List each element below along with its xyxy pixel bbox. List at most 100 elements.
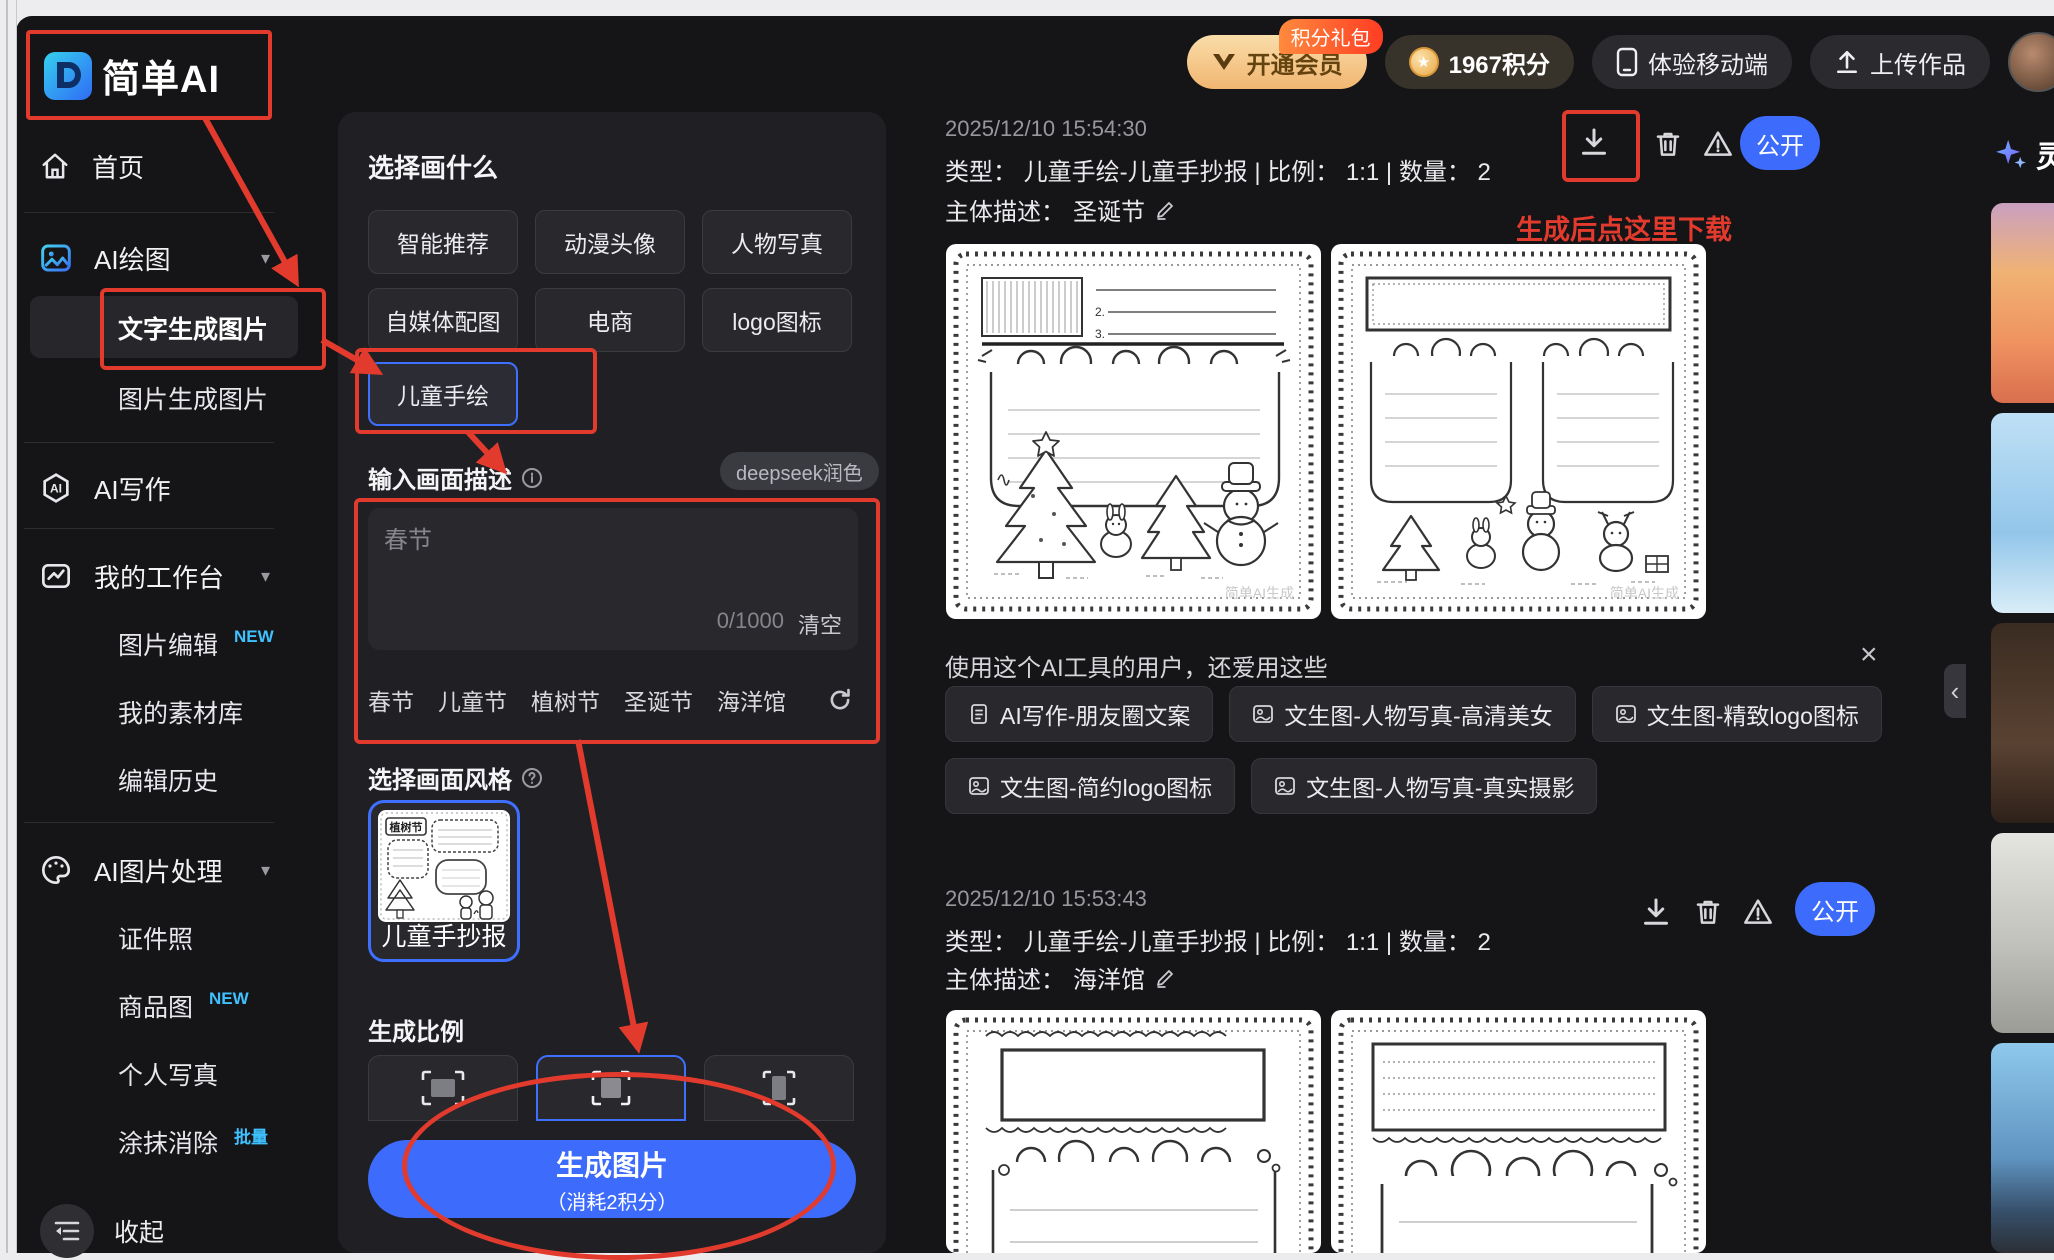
generated-image-ocean-2[interactable]: 简单AI生成	[1331, 1010, 1706, 1253]
choice-media-image[interactable]: 自媒体配图	[368, 288, 518, 352]
generated-image-christmas-1[interactable]: 2. 3. 简单AI生成	[946, 244, 1321, 619]
gallery-collapse-handle[interactable]: ‹	[1944, 664, 1966, 718]
edit-icon[interactable]	[1153, 198, 1177, 222]
ratio-section-title: 生成比例	[368, 1019, 464, 1046]
choice-anime-avatar[interactable]: 动漫头像	[535, 210, 685, 274]
sidebar-item-ai-image-process[interactable]: AI图片处理 ▾	[0, 844, 300, 896]
sidebar-item-personal-photo[interactable]: 个人写真	[0, 1048, 300, 1100]
gallery-image-sunset[interactable]	[1991, 203, 2054, 403]
recommend-chip[interactable]: AI写作-朋友圈文案	[945, 686, 1214, 742]
sidebar-item-edit-history[interactable]: 编辑历史	[0, 754, 300, 806]
doc-icon	[971, 704, 987, 724]
recommend-chip[interactable]: 文生图-人物写真-真实摄影	[1251, 758, 1598, 814]
image-person-icon	[969, 777, 989, 795]
warning-icon	[1704, 131, 1732, 156]
gallery-image-interior[interactable]	[1991, 623, 2054, 823]
sidebar-id-photo-label: 证件照	[118, 926, 194, 954]
clear-button[interactable]: 清空	[798, 608, 842, 640]
suggestion-chip[interactable]: 春节	[368, 683, 414, 717]
sidebar-item-text-to-image[interactable]: 文字生成图片	[0, 300, 300, 356]
choice-ecommerce[interactable]: 电商	[535, 288, 685, 352]
report-button[interactable]	[1698, 124, 1738, 164]
desc-value: 圣诞节	[1073, 199, 1145, 226]
sidebar-item-smear-erase[interactable]: 涂抹消除 批量	[0, 1116, 300, 1168]
chevron-down-icon: ▾	[260, 859, 270, 880]
sidebar-item-product-image[interactable]: 商品图 NEW	[0, 980, 300, 1032]
image-icon	[41, 244, 71, 272]
sidebar-item-image-edit[interactable]: 图片编辑 NEW	[0, 618, 300, 670]
char-counter: 0/1000	[716, 608, 784, 633]
download-button[interactable]	[1636, 892, 1676, 932]
gallery-image-ink-painting[interactable]	[1991, 833, 2054, 1033]
download-icon	[1644, 898, 1668, 925]
sidebar-ai-writing-label: AI写作	[94, 474, 171, 505]
trash-icon	[1656, 132, 1680, 156]
description-input-wrap: 0/1000 清空	[368, 508, 858, 650]
refresh-icon[interactable]	[820, 680, 860, 720]
image-person-icon	[1253, 705, 1274, 723]
svg-text:植树节: 植树节	[389, 820, 423, 834]
ai-writing-icon: AI	[43, 473, 69, 503]
gallery-image-railway[interactable]	[1991, 1043, 2054, 1253]
user-avatar[interactable]	[2008, 32, 2054, 92]
upload-work-button[interactable]: 上传作品	[1810, 35, 1990, 89]
download-button[interactable]	[1576, 124, 1612, 165]
sidebar-item-my-assets[interactable]: 我的素材库	[0, 686, 300, 738]
recommend-chip-label: 文生图-人物写真-真实摄影	[1306, 775, 1575, 801]
edit-icon[interactable]	[1153, 966, 1177, 990]
choice-logo[interactable]: logo图标	[702, 288, 852, 352]
suggestion-chip[interactable]: 海洋馆	[717, 683, 786, 717]
generated-image-ocean-1[interactable]: 简单AI生成	[946, 1010, 1321, 1253]
info-icon	[522, 467, 542, 488]
suggestion-chip[interactable]: 儿童节	[438, 683, 507, 717]
ratio-landscape-button[interactable]	[368, 1055, 518, 1121]
report-button[interactable]	[1738, 892, 1778, 932]
style-card-label: 儿童手抄报	[381, 923, 507, 951]
image-person-icon	[1275, 777, 1296, 795]
recommend-chip[interactable]: 文生图-人物写真-高清美女	[1229, 686, 1576, 742]
sidebar-item-ai-draw[interactable]: AI绘图 ▾	[0, 232, 300, 284]
choice-children-drawing[interactable]: 儿童手绘	[368, 362, 518, 426]
sidebar-my-assets-label: 我的素材库	[118, 700, 244, 728]
choice-portrait[interactable]: 人物写真	[702, 210, 852, 274]
suggestion-chip[interactable]: 圣诞节	[624, 683, 693, 717]
mobile-app-button[interactable]: 体验移动端	[1592, 35, 1792, 89]
deepseek-polish-button[interactable]: deepseek润色	[720, 452, 879, 490]
recommend-chip[interactable]: 文生图-精致logo图标	[1591, 686, 1882, 742]
generated-image-christmas-2[interactable]: 简单AI生成	[1331, 244, 1706, 619]
sidebar-collapse-button[interactable]: 收起	[40, 1204, 164, 1258]
workspace-icon	[42, 564, 70, 588]
recommend-chip[interactable]: 文生图-简约logo图标	[945, 758, 1236, 814]
ratio-portrait-button[interactable]	[704, 1055, 854, 1121]
description-textarea[interactable]	[382, 518, 836, 612]
new-badge: NEW	[209, 989, 249, 1008]
gallery-image-sky[interactable]	[1991, 413, 2054, 613]
choice-smart-recommend[interactable]: 智能推荐	[368, 210, 518, 274]
sidebar-product-image-label: 商品图	[118, 994, 194, 1022]
sidebar-item-image-to-image[interactable]: 图片生成图片	[0, 372, 300, 424]
inspiration-title: 灵	[2036, 141, 2054, 174]
publish-button[interactable]: 公开	[1740, 116, 1820, 170]
ratio-landscape-icon	[421, 1070, 465, 1106]
ratio-square-button[interactable]	[536, 1055, 686, 1121]
new-badge: NEW	[234, 627, 274, 646]
sidebar-item-home[interactable]: 首页	[0, 140, 300, 192]
open-vip-button[interactable]: 开通会员 积分礼包	[1186, 19, 1383, 89]
collapse-label: 收起	[114, 1219, 165, 1247]
generate-button[interactable]: 生成图片 （消耗2积分）	[368, 1140, 856, 1218]
sidebar-item-ai-writing[interactable]: AI AI写作	[0, 462, 300, 514]
palette-icon	[42, 855, 70, 885]
points-balance-button[interactable]: ★ 1967积分	[1384, 35, 1574, 89]
suggestion-chip[interactable]: 植树节	[531, 683, 600, 717]
sidebar-home-label: 首页	[92, 152, 145, 183]
generate-label: 生成图片	[555, 1149, 668, 1181]
recommend-chip-label: 文生图-简约logo图标	[1000, 775, 1213, 801]
publish-button[interactable]: 公开	[1795, 882, 1875, 936]
sidebar-item-workspace[interactable]: 我的工作台 ▾	[0, 550, 300, 602]
delete-button[interactable]	[1688, 892, 1728, 932]
sidebar-item-id-photo[interactable]: 证件照	[0, 912, 300, 964]
sparkle-icon	[1996, 139, 2026, 169]
style-card-children-newspaper[interactable]: 植树节 儿童手抄报	[368, 800, 520, 962]
close-icon[interactable]: ×	[1860, 638, 1878, 672]
delete-button[interactable]	[1648, 124, 1688, 164]
